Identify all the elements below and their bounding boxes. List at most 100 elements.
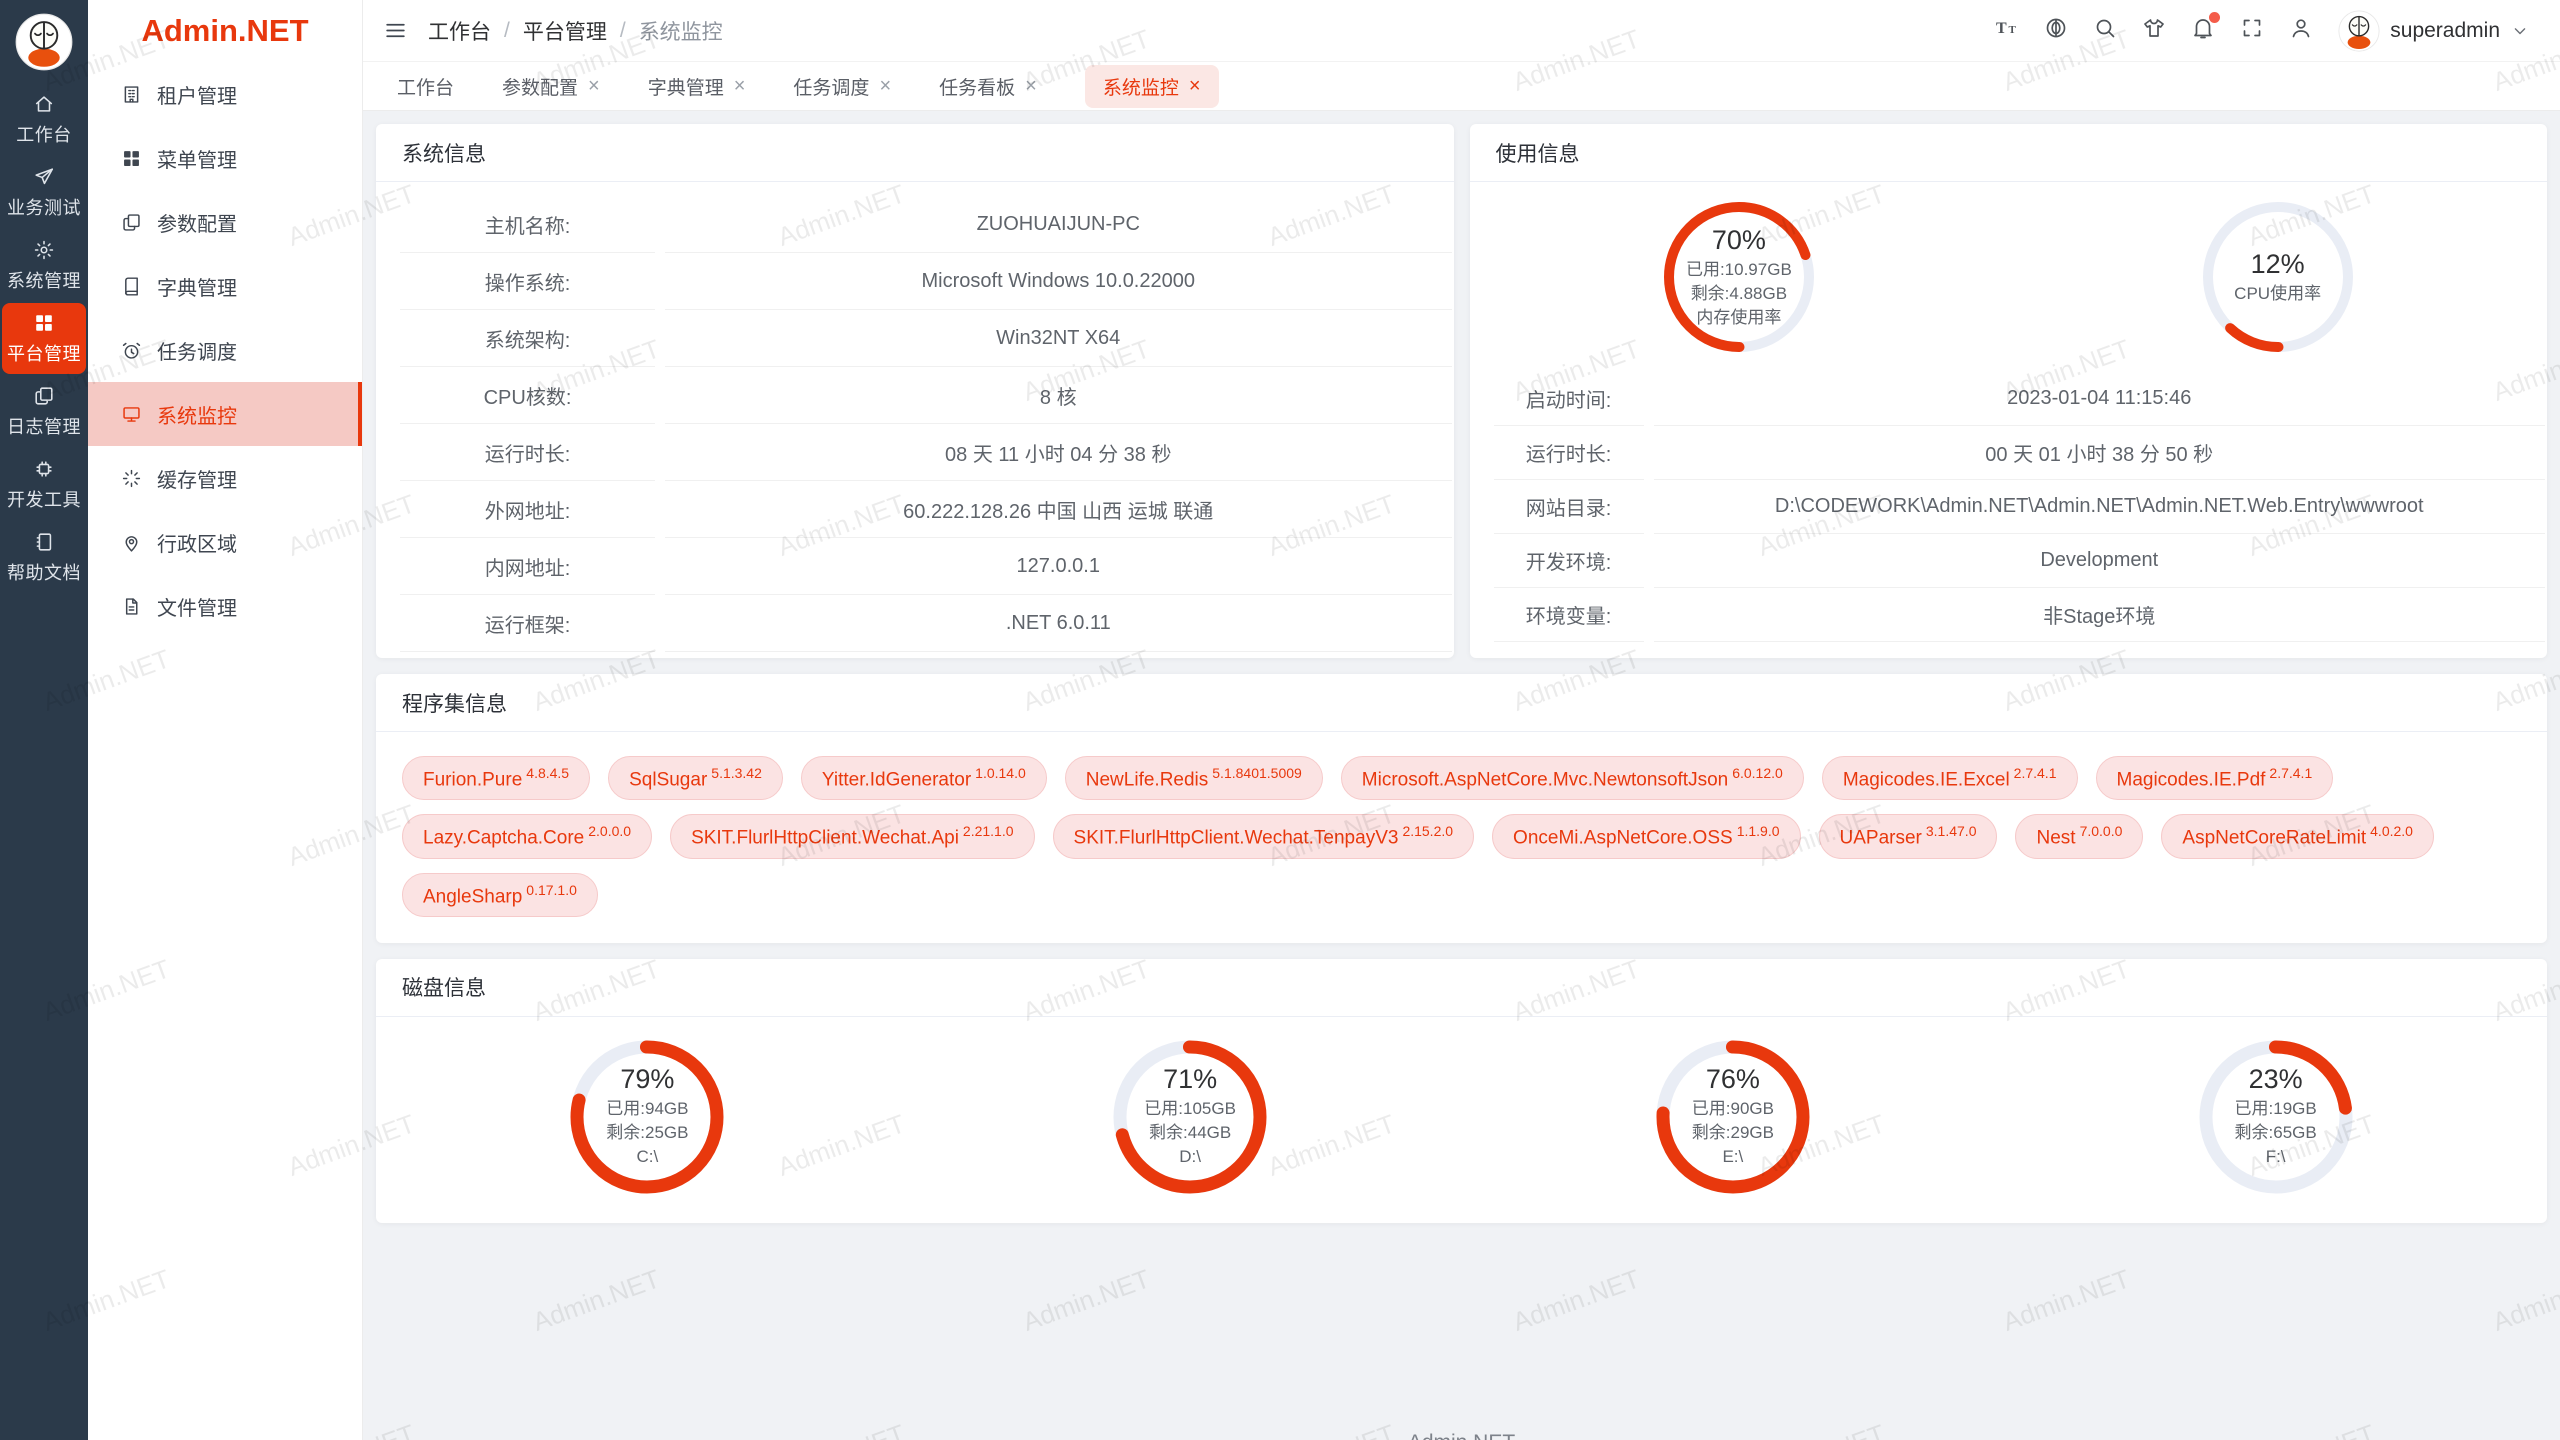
assembly-version: 7.0.0.0 (2080, 823, 2123, 839)
user-icon (2289, 16, 2313, 40)
tabs-bar: 工作台参数配置×字典管理×任务调度×任务看板×系统监控× (363, 62, 2560, 111)
assembly-tag: Magicodes.IE.Pdf2.7.4.1 (2096, 756, 2334, 800)
assembly-tag: Yitter.IdGenerator1.0.14.0 (801, 756, 1047, 800)
gauge-center-text: 23%已用:19GB剩余:65GBF:\ (2196, 1037, 2356, 1197)
usage-info-rows: 启动时间:2023-01-04 11:15:46运行时长:00 天 01 小时 … (1470, 372, 2548, 642)
gauge-percent: 23% (2249, 1064, 2303, 1095)
sidebar-item-label: 参数配置 (157, 208, 237, 237)
notification-button[interactable] (2191, 16, 2215, 46)
sidebar-item-system-monitor[interactable]: 系统监控 (88, 382, 362, 446)
tab-close-icon[interactable]: × (588, 76, 600, 96)
sidebar-item-task-schedule[interactable]: 任务调度 (88, 318, 362, 382)
usage-info-title: 使用信息 (1470, 124, 2548, 182)
info-row-value: 00 天 01 小时 38 分 50 秒 (1654, 426, 2546, 480)
sidebar-item-label: 系统监控 (157, 400, 237, 429)
app-logo-text: Admin.NET (88, 0, 362, 62)
info-row-value: Win32NT X64 (665, 310, 1452, 367)
locale-button[interactable] (2044, 16, 2068, 46)
assembly-version: 4.0.2.0 (2370, 823, 2413, 839)
info-row-value: Microsoft Windows 10.0.22000 (665, 253, 1452, 310)
tab-param-config[interactable]: 参数配置× (502, 73, 600, 100)
sidebar-item-cache[interactable]: 缓存管理 (88, 446, 362, 510)
tab-workbench[interactable]: 工作台 (397, 73, 454, 100)
info-row-label: 操作系统: (400, 253, 655, 310)
sidebar: Admin.NET 租户管理菜单管理参数配置字典管理任务调度系统监控缓存管理行政… (88, 0, 363, 1440)
font-size-button[interactable]: TT (1995, 16, 2019, 46)
assembly-version: 5.1.8401.5009 (1212, 765, 1302, 781)
copy-icon (33, 385, 55, 407)
sidebar-item-tenant[interactable]: 租户管理 (88, 62, 362, 126)
assembly-version: 3.1.47.0 (1926, 823, 1977, 839)
info-row: 主机名称:ZUOHUAIJUN-PC (376, 196, 1454, 253)
gauge-line: F:\ (2266, 1145, 2286, 1169)
rail-item-system-admin[interactable]: 系统管理 (2, 230, 86, 301)
gauge-line: 已用:105GB (1144, 1097, 1236, 1121)
grid-icon (121, 148, 142, 169)
sidebar-item-label: 租户管理 (157, 80, 237, 109)
assembly-version: 1.1.9.0 (1737, 823, 1780, 839)
breadcrumb-separator: / (620, 19, 626, 43)
fullscreen-button[interactable] (2240, 16, 2264, 46)
loading-icon (121, 468, 142, 489)
rail-item-help-docs[interactable]: 帮助文档 (2, 522, 86, 593)
breadcrumb-item[interactable]: 工作台 (428, 16, 491, 46)
hamburger-icon[interactable] (383, 18, 408, 43)
gauge-center-text: 70%已用:10.97GB剩余:4.88GB内存使用率 (1659, 197, 1819, 357)
rail-item-biz-test[interactable]: 业务测试 (2, 157, 86, 228)
tab-close-icon[interactable]: × (734, 76, 746, 96)
gauge-center-text: 71%已用:105GB剩余:44GBD:\ (1110, 1037, 1270, 1197)
rail-item-workbench[interactable]: 工作台 (2, 84, 86, 155)
tab-task-schedule[interactable]: 任务调度 × (793, 73, 891, 100)
sidebar-item-menu[interactable]: 菜单管理 (88, 126, 362, 190)
username: superadmin (2390, 19, 2500, 43)
rail-item-label: 日志管理 (7, 413, 81, 439)
assembly-tag: OnceMi.AspNetCore.OSS1.1.9.0 (1492, 814, 1800, 858)
info-row: 启动时间:2023-01-04 11:15:46 (1470, 372, 2548, 426)
pin-icon (121, 532, 142, 553)
tab-system-monitor[interactable]: 系统监控× (1085, 65, 1219, 108)
info-row: 内网地址:127.0.0.1 (376, 538, 1454, 595)
tab-dict[interactable]: 字典管理× (648, 73, 746, 100)
info-row-value: ZUOHUAIJUN-PC (665, 196, 1452, 253)
rail: 工作台业务测试系统管理平台管理日志管理开发工具帮助文档 (0, 0, 88, 1440)
breadcrumb-separator: / (504, 19, 510, 43)
gauge-center-text: 79%已用:94GB剩余:25GBC:\ (567, 1037, 727, 1197)
rail-item-label: 平台管理 (7, 340, 81, 366)
rail-item-log-admin[interactable]: 日志管理 (2, 376, 86, 447)
grid-icon (33, 312, 55, 334)
locale-icon (2044, 16, 2068, 40)
chevron-down-icon (2510, 21, 2530, 41)
sidebar-item-param-config[interactable]: 参数配置 (88, 190, 362, 254)
tab-close-icon[interactable]: × (879, 76, 891, 96)
file-icon (121, 596, 142, 617)
tab-label: 任务调度 (793, 73, 869, 100)
gauge-line: 已用:90GB (1692, 1097, 1774, 1121)
sidebar-item-file[interactable]: 文件管理 (88, 574, 362, 638)
info-row-value: 2023-01-04 11:15:46 (1654, 372, 2546, 426)
usage-gauges: 70%已用:10.97GB剩余:4.88GB内存使用率12%CPU使用率 (1470, 182, 2548, 372)
assembly-version: 2.0.0.0 (588, 823, 631, 839)
assembly-tag: SKIT.FlurlHttpClient.Wechat.Api2.21.1.0 (670, 814, 1034, 858)
rail-item-dev-tools[interactable]: 开发工具 (2, 449, 86, 520)
tab-close-icon[interactable]: × (1025, 76, 1037, 96)
search-button[interactable] (2093, 16, 2117, 46)
profile-button[interactable] (2289, 16, 2313, 46)
theme-button[interactable] (2142, 16, 2166, 46)
font-size-icon: TT (1995, 16, 2019, 40)
tab-task-board[interactable]: 任务看板× (939, 73, 1037, 100)
sidebar-item-dict[interactable]: 字典管理 (88, 254, 362, 318)
building-icon (121, 84, 142, 105)
rail-item-platform-admin[interactable]: 平台管理 (2, 303, 86, 374)
info-row-value: Development (1654, 534, 2546, 588)
assembly-tag: SqlSugar5.1.3.42 (608, 756, 783, 800)
sidebar-item-region[interactable]: 行政区域 (88, 510, 362, 574)
topbar: 工作台/平台管理/系统监控 TT superadmin (363, 0, 2560, 62)
gear-icon (33, 239, 55, 261)
breadcrumb-item[interactable]: 平台管理 (523, 16, 607, 46)
assembly-tag: AspNetCoreRateLimit4.0.2.0 (2161, 814, 2434, 858)
system-info-rows: 主机名称:ZUOHUAIJUN-PC操作系统:Microsoft Windows… (376, 182, 1454, 652)
tab-close-icon[interactable]: × (1189, 76, 1201, 96)
user-menu[interactable]: superadmin (2338, 10, 2530, 52)
avatar (2338, 10, 2380, 52)
assembly-version: 1.0.14.0 (975, 765, 1026, 781)
